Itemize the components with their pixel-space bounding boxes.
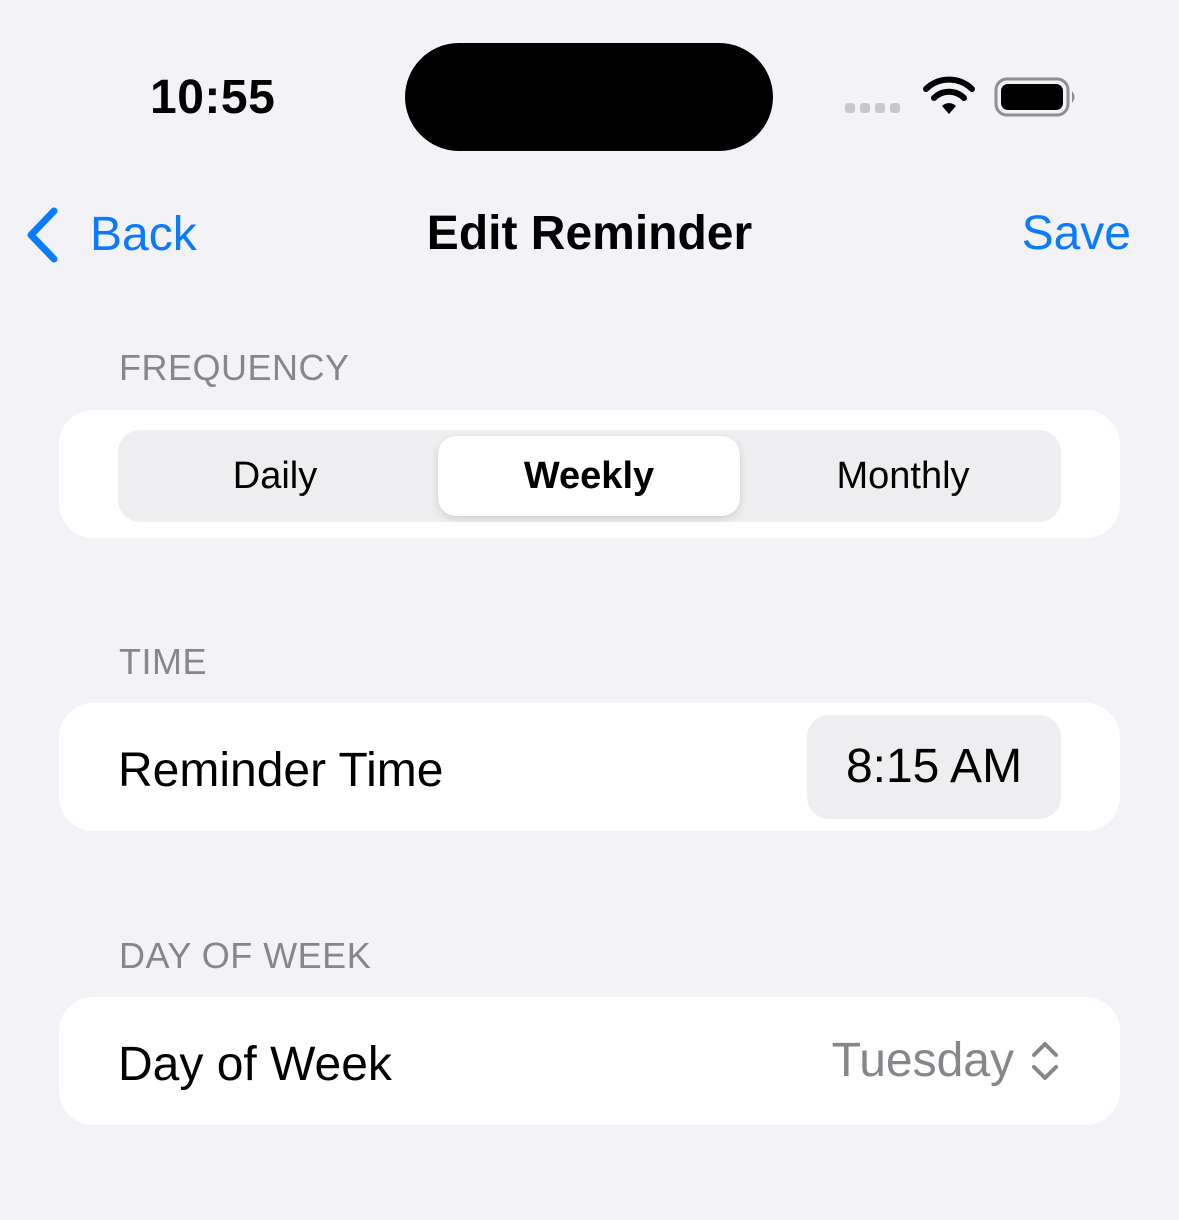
segment-daily[interactable]: Daily <box>118 430 432 522</box>
navigation-bar: Back Edit Reminder Save <box>0 190 1179 280</box>
section-header-day-of-week: DAY OF WEEK <box>119 935 372 976</box>
wifi-icon <box>923 76 975 114</box>
save-button[interactable]: Save <box>1022 206 1131 262</box>
status-time: 10:55 <box>150 71 276 124</box>
day-of-week-picker[interactable]: Tuesday <box>832 1031 1060 1091</box>
reminder-time-picker[interactable]: 8:15 AM <box>807 715 1061 819</box>
day-of-week-value: Tuesday <box>831 1034 1014 1087</box>
section-header-time: TIME <box>119 641 207 682</box>
reminder-time-label: Reminder Time <box>118 744 444 797</box>
page-title: Edit Reminder <box>426 207 753 260</box>
frequency-card: Daily Weekly Monthly <box>59 410 1120 538</box>
day-of-week-label: Day of Week <box>118 1038 392 1091</box>
section-header-frequency: FREQUENCY <box>119 347 350 388</box>
dynamic-island <box>405 43 773 151</box>
chevron-up-down-icon <box>1032 1042 1058 1080</box>
status-bar: 10:55 <box>0 0 1179 160</box>
cellular-signal-icon <box>845 103 900 113</box>
frequency-segmented-control: Daily Weekly Monthly <box>118 430 1061 522</box>
segment-weekly[interactable]: Weekly <box>438 436 740 516</box>
segment-monthly[interactable]: Monthly <box>746 430 1060 522</box>
day-of-week-card: Day of Week Tuesday <box>59 997 1120 1125</box>
battery-icon <box>994 77 1075 117</box>
time-card: Reminder Time 8:15 AM <box>59 703 1120 831</box>
